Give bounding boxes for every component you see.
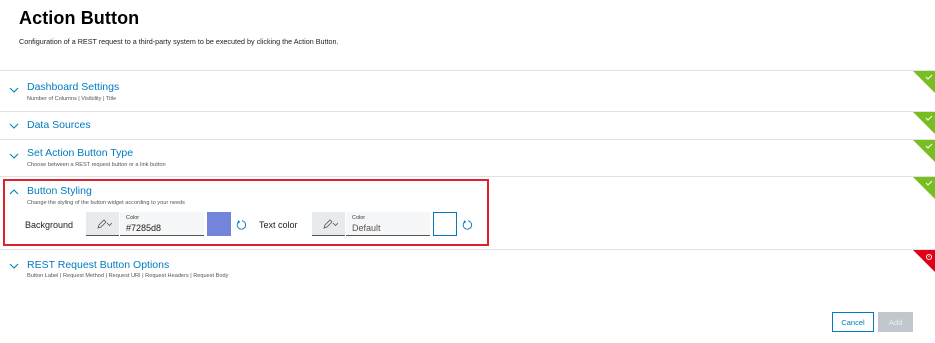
error-icon [913, 250, 935, 272]
section-title: REST Request Button Options [27, 259, 170, 271]
section-data-sources[interactable]: Data Sources [0, 111, 935, 139]
highlight-frame [3, 179, 489, 246]
chevron-down-icon [9, 151, 19, 161]
section-set-action-button-type[interactable]: Set Action Button Type Choose between a … [0, 139, 935, 176]
cancel-button[interactable]: Cancel [832, 312, 874, 332]
section-subtitle: Button Label | Request Method | Request … [27, 273, 229, 279]
page-title: Action Button [19, 8, 140, 28]
check-icon [913, 71, 935, 93]
check-icon [913, 177, 935, 199]
section-title: Set Action Button Type [27, 147, 134, 159]
add-button[interactable]: Add [878, 312, 913, 332]
section-rest-request-button-options[interactable]: REST Request Button Options Button Label… [0, 249, 935, 287]
section-subtitle: Number of Columns | Visibility | Title [27, 96, 117, 102]
section-dashboard-settings[interactable]: Dashboard Settings Number of Columns | V… [0, 70, 935, 111]
check-icon [913, 112, 935, 134]
chevron-down-icon [9, 121, 19, 131]
page-description: Configuration of a REST request to a thi… [19, 37, 339, 46]
chevron-down-icon [9, 85, 19, 95]
section-title: Data Sources [27, 119, 91, 131]
chevron-down-icon [9, 261, 19, 271]
check-icon [913, 140, 935, 162]
section-title: Dashboard Settings [27, 81, 120, 93]
section-subtitle: Choose between a REST request button or … [27, 162, 166, 168]
